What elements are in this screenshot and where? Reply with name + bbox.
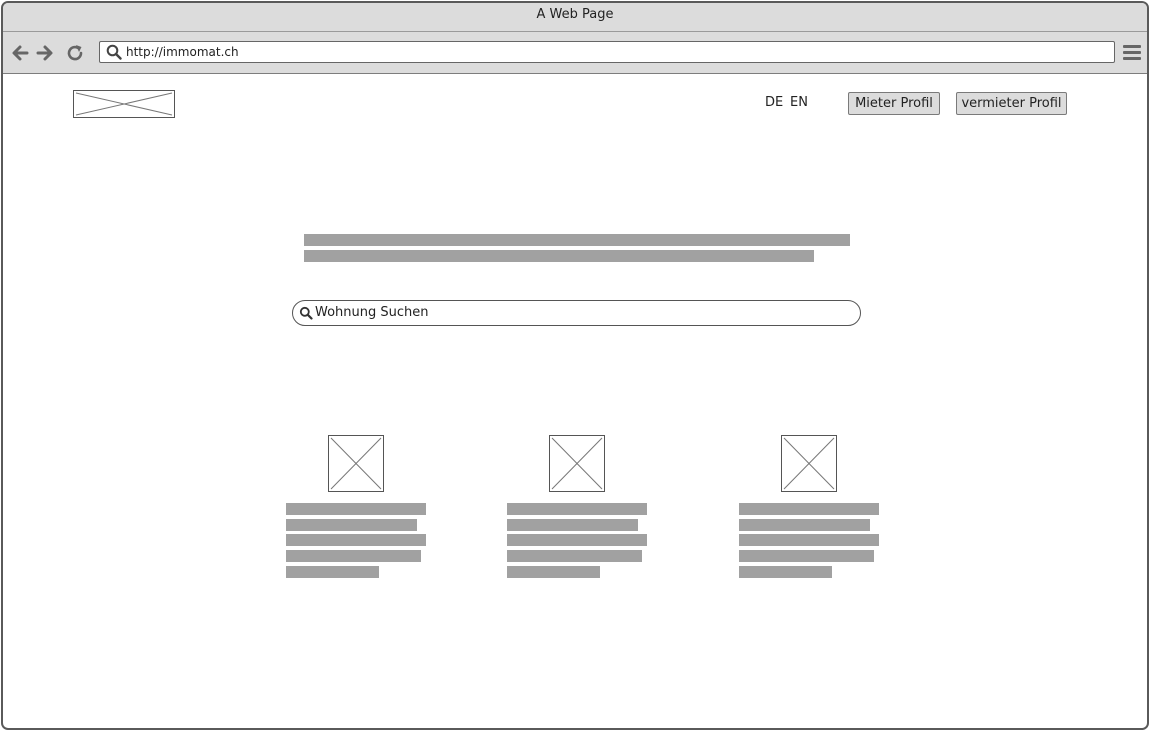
feature-text-line bbox=[286, 550, 421, 562]
feature-text-line bbox=[739, 550, 874, 562]
feature-text-line bbox=[507, 550, 642, 562]
image-placeholder-icon bbox=[549, 435, 605, 492]
apartment-search-input[interactable]: Wohnung Suchen bbox=[292, 300, 861, 326]
back-arrow-icon[interactable] bbox=[10, 43, 30, 63]
feature-text-line bbox=[739, 503, 879, 515]
search-placeholder: Wohnung Suchen bbox=[315, 305, 429, 320]
feature-text-line bbox=[507, 503, 647, 515]
feature-text-line bbox=[507, 519, 638, 531]
search-icon bbox=[106, 44, 122, 60]
feature-text-line bbox=[507, 534, 647, 546]
site-logo[interactable] bbox=[73, 90, 175, 118]
search-icon bbox=[299, 306, 313, 320]
browser-toolbar: http://immomat.ch bbox=[3, 32, 1147, 74]
browser-window: A Web Page http://immomat.ch DE EN Miete… bbox=[1, 1, 1149, 730]
feature-text-line bbox=[286, 519, 417, 531]
hamburger-menu-icon[interactable] bbox=[1123, 44, 1141, 62]
hero-text-line bbox=[304, 250, 814, 262]
language-de-link[interactable]: DE bbox=[765, 95, 783, 110]
feature-text-line bbox=[739, 519, 870, 531]
image-placeholder-icon bbox=[328, 435, 384, 492]
feature-text-line bbox=[286, 534, 426, 546]
image-placeholder-icon bbox=[781, 435, 837, 492]
feature-text-line bbox=[286, 503, 426, 515]
hero-text-line bbox=[304, 234, 850, 246]
address-bar[interactable]: http://immomat.ch bbox=[99, 41, 1115, 63]
window-title: A Web Page bbox=[3, 3, 1147, 32]
feature-text-line bbox=[739, 534, 879, 546]
feature-text-line bbox=[507, 566, 600, 578]
reload-icon[interactable] bbox=[65, 43, 85, 63]
tenant-profile-button[interactable]: Mieter Profil bbox=[848, 92, 940, 115]
language-en-link[interactable]: EN bbox=[790, 95, 808, 110]
address-bar-url: http://immomat.ch bbox=[126, 45, 239, 59]
feature-text-line bbox=[286, 566, 379, 578]
landlord-profile-button[interactable]: vermieter Profil bbox=[956, 92, 1067, 115]
feature-text-line bbox=[739, 566, 832, 578]
forward-arrow-icon[interactable] bbox=[35, 43, 55, 63]
